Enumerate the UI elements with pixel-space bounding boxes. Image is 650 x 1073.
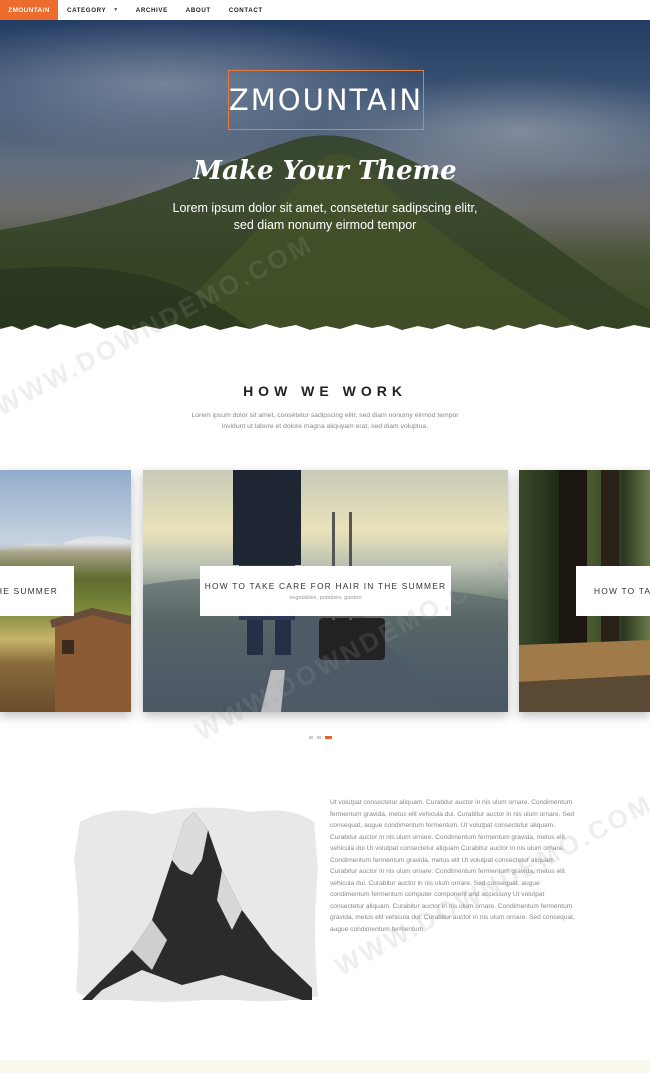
- nav-item-category[interactable]: CATEGORY ▼: [67, 7, 119, 14]
- carousel-card[interactable]: HE SUMMER: [0, 470, 131, 712]
- carousel-dot[interactable]: [309, 736, 313, 739]
- card-title[interactable]: HOW TO TAK: [594, 586, 650, 596]
- hero-title: ZMOUNTAIN: [228, 83, 424, 117]
- nav-item-label: CATEGORY: [67, 6, 107, 14]
- nav-item-about[interactable]: ABOUT: [186, 7, 211, 14]
- brand-logo[interactable]: ZMOUNTAIN: [0, 0, 58, 20]
- card-caption: HE SUMMER: [0, 566, 74, 616]
- carousel-dot[interactable]: [317, 736, 321, 739]
- section-description-line: Lorem ipsum dolor sit amet, consetetur s…: [191, 412, 459, 419]
- hero-subtitle-line: Lorem ipsum dolor sit amet, consetetur s…: [172, 201, 478, 215]
- carousel-dot-active[interactable]: [325, 736, 332, 739]
- carousel-card[interactable]: HOW TO TAK: [519, 470, 650, 712]
- card-title[interactable]: HOW TO TAKE CARE FOR HAIR IN THE SUMMER: [205, 581, 446, 591]
- nav-item-label: ARCHIVE: [135, 6, 168, 14]
- carousel-pagination: [309, 736, 332, 739]
- torn-paper-edge: [0, 323, 650, 338]
- hero-subtitle-line: sed diam nonumy eirmod tempor: [233, 218, 417, 232]
- nav-item-contact[interactable]: CONTACT: [229, 7, 263, 14]
- nav-item-label: ABOUT: [185, 6, 211, 14]
- about-paragraph: Ut volutpat consectetur aliquam. Curabit…: [330, 799, 575, 933]
- caret-down-icon: ▼: [113, 7, 119, 13]
- card-caption: HOW TO TAKE CARE FOR HAIR IN THE SUMMER …: [200, 566, 451, 616]
- hero-subtitle: Lorem ipsum dolor sit amet, consetetur s…: [0, 200, 650, 234]
- hero-title-frame: ZMOUNTAIN: [228, 70, 424, 130]
- footer-strip: [0, 1060, 650, 1073]
- hero-tagline: Make Your Theme: [193, 156, 457, 186]
- section-description: Lorem ipsum dolor sit amet, consetetur s…: [175, 410, 475, 432]
- mountain-peak-image: [72, 800, 320, 1004]
- card-tags: vegetables, potatoes, garden: [289, 595, 362, 601]
- nav-item-archive[interactable]: ARCHIVE: [136, 7, 168, 14]
- section-title: HOW WE WORK: [243, 383, 407, 399]
- nav-item-label: CONTACT: [228, 6, 263, 14]
- hero-banner: ZMOUNTAIN Make Your Theme Lorem ipsum do…: [0, 20, 650, 338]
- section-description-line: invidunt ut labore et dolore magna aliqu…: [221, 423, 429, 430]
- carousel-card-active[interactable]: HOW TO TAKE CARE FOR HAIR IN THE SUMMER …: [143, 470, 508, 712]
- card-caption: HOW TO TAK: [576, 566, 650, 616]
- top-navigation: ZMOUNTAIN CATEGORY ▼ ARCHIVE ABOUT CONTA…: [0, 0, 650, 20]
- card-title[interactable]: HE SUMMER: [0, 586, 58, 596]
